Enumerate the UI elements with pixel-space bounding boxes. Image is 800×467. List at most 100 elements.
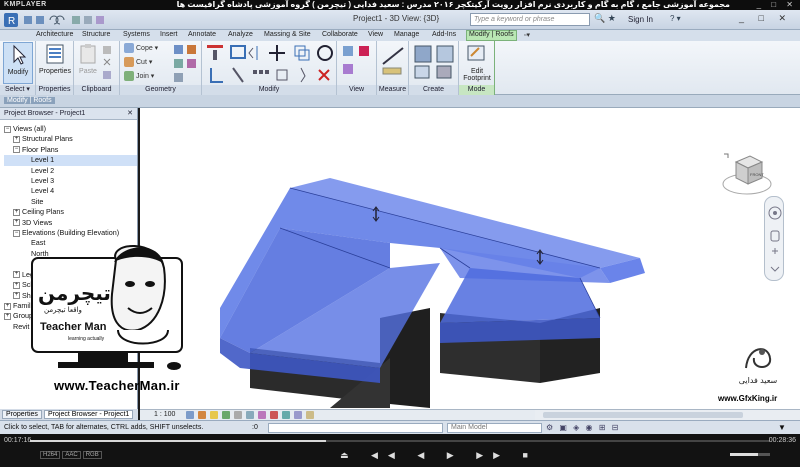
paste-button[interactable]: Paste (78, 42, 98, 75)
expand-icon[interactable]: + (13, 208, 20, 216)
tab-architecture[interactable]: Architecture (36, 31, 73, 38)
collapse-icon[interactable]: − (13, 229, 20, 237)
tab-view[interactable]: View (368, 31, 383, 38)
revit-window-controls[interactable]: _ □ ✕ (739, 13, 792, 24)
tab-analyze[interactable]: Analyze (228, 31, 253, 38)
detail-level-icon[interactable] (186, 411, 194, 419)
browser-tree-label: 3D Views (22, 217, 53, 227)
browser-tree-item[interactable]: − Elevations (Building Elevation) (4, 228, 137, 238)
unlock-view-icon[interactable] (270, 411, 278, 419)
browser-tree-item[interactable]: Level 2 (4, 166, 137, 176)
tab-collaborate[interactable]: Collaborate (322, 31, 358, 38)
tab-structure[interactable]: Structure (82, 31, 110, 38)
measure-tool-icons[interactable] (381, 44, 405, 82)
viewcube[interactable]: FRONT (720, 150, 774, 204)
volume-slider[interactable] (730, 453, 770, 456)
expand-icon[interactable]: + (4, 302, 11, 310)
browser-tree-item[interactable]: +3D Views (4, 218, 137, 228)
join-button[interactable]: Join ▾ (124, 71, 154, 81)
help-icon[interactable]: ? ▾ (670, 14, 681, 23)
rotate-icon (317, 45, 333, 61)
infocenter-icons[interactable]: 🔍 ★ (594, 13, 616, 24)
ribbon-minimize-icon[interactable]: ▫▾ (524, 31, 530, 39)
expand-icon[interactable]: + (13, 136, 20, 143)
panel-view: View (337, 41, 377, 95)
tab-add-ins[interactable]: Add-Ins (432, 31, 456, 38)
shadows-icon[interactable] (222, 411, 230, 419)
panel-measure: Measure (377, 41, 409, 95)
cope-button[interactable]: Cope ▾ (124, 43, 158, 53)
3d-viewport[interactable] (140, 108, 800, 409)
browser-tree-item[interactable]: − Floor Plans (4, 145, 137, 155)
zoom-icon (772, 248, 778, 254)
chevron-down-icon (770, 266, 780, 272)
tab-properties[interactable]: Properties (2, 410, 42, 419)
roof-model[interactable] (140, 108, 800, 409)
edit-footprint-button[interactable]: Edit Footprint (460, 42, 494, 82)
filter-icon[interactable]: ▼ (778, 423, 786, 432)
tab-project-browser[interactable]: Project Browser - Project1 (44, 410, 134, 419)
tab-modify-roofs[interactable]: Modify | Roofs (466, 30, 517, 41)
tab-systems[interactable]: Systems (123, 31, 150, 38)
view-tool-icons[interactable] (341, 44, 373, 82)
tab-manage[interactable]: Manage (394, 31, 419, 38)
close-icon[interactable]: ✕ (127, 109, 133, 117)
show-crop-icon[interactable] (258, 411, 266, 419)
view-scale[interactable]: 1 : 100 (154, 411, 175, 418)
render-icon[interactable] (234, 411, 242, 419)
properties-button[interactable]: Properties (38, 42, 72, 75)
quick-access-toolbar[interactable]: R (4, 12, 124, 28)
player-window-controls[interactable]: _ □ ✕ (757, 0, 797, 10)
browser-tree-label: Elevations (Building Elevation) (22, 228, 120, 238)
modify-button[interactable]: Modify (3, 42, 33, 84)
scale-icon (276, 69, 288, 81)
reveal-hidden-icon[interactable] (294, 411, 302, 419)
mirror-icon (248, 46, 258, 60)
geometry-tool-icons[interactable] (172, 43, 200, 83)
split-face-icon (174, 45, 183, 54)
model-dropdown[interactable]: Main Model (447, 423, 542, 433)
tab-massing-site[interactable]: Massing & Site (264, 31, 311, 38)
sign-in-link[interactable]: Sign In (628, 15, 653, 24)
array-icon (253, 70, 269, 74)
browser-tree-item[interactable]: Level 1 (4, 155, 137, 166)
view-control-bar: 1 : 100 (140, 409, 535, 420)
analytical-model-icon[interactable] (306, 411, 314, 419)
modify-tool-icons[interactable] (205, 42, 335, 84)
badge: AAC (62, 451, 81, 459)
temp-hide-icon[interactable] (282, 411, 290, 419)
create-tool-icons[interactable] (413, 44, 457, 82)
workset-dropdown[interactable] (268, 423, 443, 433)
collapse-icon[interactable]: − (13, 146, 20, 154)
cut-geometry-button[interactable]: Cut ▾ (124, 57, 152, 67)
clipboard-small-icons[interactable] (101, 45, 119, 81)
align-icon (207, 45, 223, 60)
tab-annotate[interactable]: Annotate (188, 31, 216, 38)
navigation-bar[interactable] (764, 196, 784, 281)
horizontal-scrollbar[interactable] (535, 409, 800, 420)
viewcube-face-label: FRONT (750, 172, 764, 177)
seek-bar[interactable] (30, 440, 770, 442)
create-group-icon (414, 65, 430, 79)
scrollbar-thumb[interactable] (543, 412, 743, 418)
browser-tree-item[interactable]: Site (4, 197, 137, 207)
tab-insert[interactable]: Insert (160, 31, 178, 38)
browser-tree-item[interactable]: − Views (all) (4, 124, 137, 134)
unjoin-icon (174, 73, 183, 82)
crop-view-icon[interactable] (246, 411, 254, 419)
browser-tree-item[interactable]: Level 3 (4, 176, 137, 186)
selection-option-icons[interactable]: ⚙ ▣ ◈ ◉ ⊞ ⊟ (546, 423, 620, 432)
browser-tree-item[interactable]: Level 4 (4, 186, 137, 196)
expand-icon[interactable]: + (13, 219, 20, 227)
visual-style-icon[interactable] (198, 411, 206, 419)
playback-buttons[interactable]: ⏏ ◀◀ ◀ ▶ ▶▶ ■ (340, 450, 538, 461)
browser-tree-item[interactable]: + Ceiling Plans (4, 207, 137, 217)
search-input[interactable]: Type a keyword or phrase (470, 13, 590, 26)
collapse-icon[interactable]: − (4, 125, 11, 133)
teacher-tagline: learning actually (68, 336, 105, 342)
panel-label-select[interactable]: Select ▾ (0, 85, 35, 95)
expand-icon[interactable]: + (4, 312, 11, 320)
browser-tree-item[interactable]: + Structural Plans (4, 134, 137, 144)
sun-path-icon[interactable] (210, 411, 218, 419)
panel-label-modify: Modify (202, 85, 336, 95)
